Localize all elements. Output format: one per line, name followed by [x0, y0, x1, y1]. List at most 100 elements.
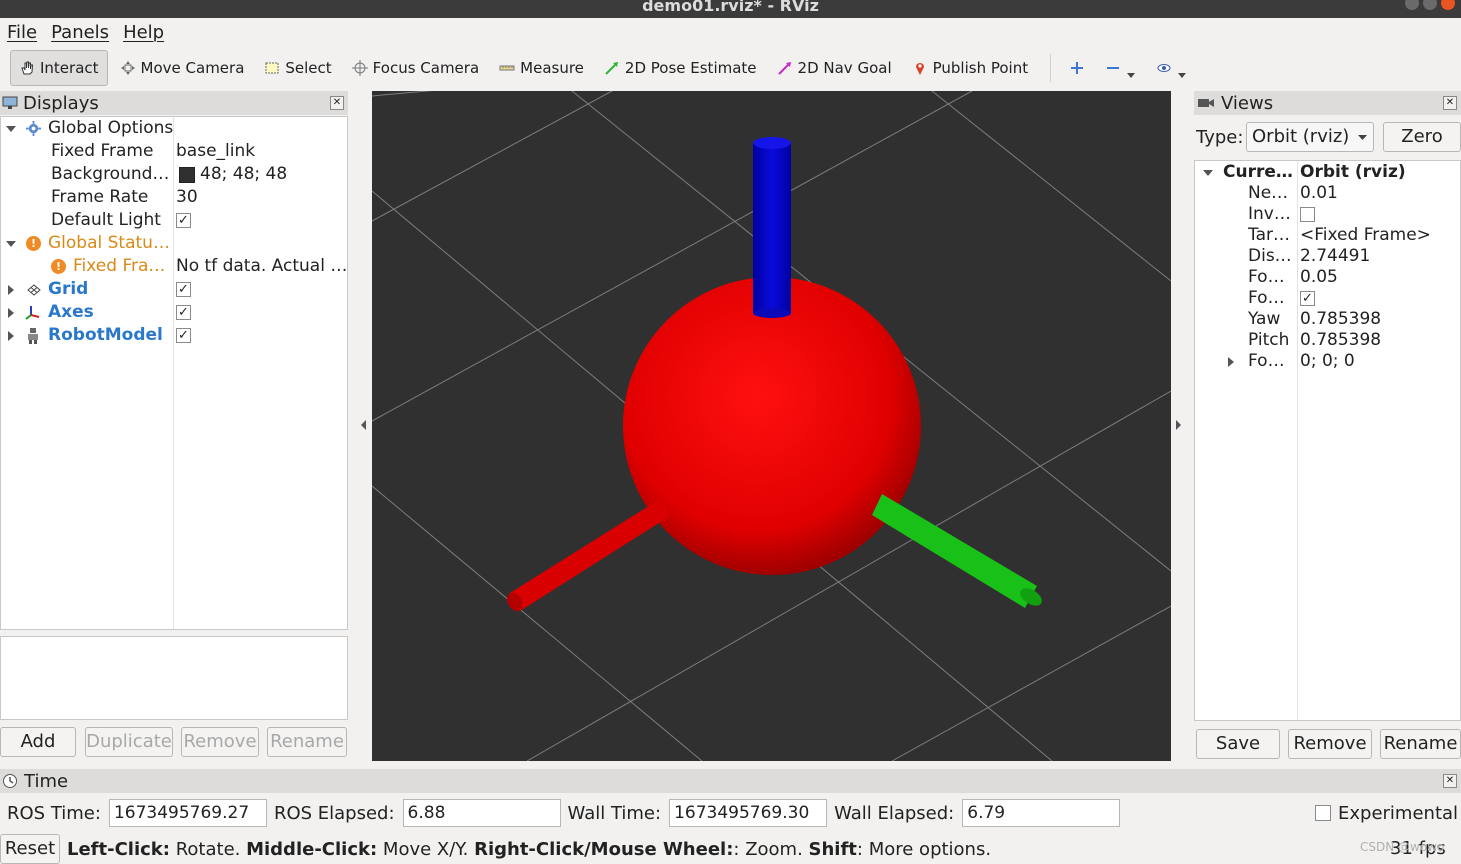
- tree-row-background-color[interactable]: Background… 48; 48; 48: [1, 164, 347, 187]
- tree-row-fixed-frame-status[interactable]: ! Fixed Fra… No tf data. Actual …: [1, 256, 347, 279]
- focal-shape-fixed-label: Fo…: [1248, 288, 1285, 308]
- time-close-button[interactable]: ✕: [1443, 774, 1457, 788]
- tree-row-grid[interactable]: Grid ✓: [1, 279, 347, 302]
- view-type-dropdown[interactable]: Orbit (rviz): [1246, 122, 1374, 152]
- target-frame-value[interactable]: <Fixed Frame>: [1300, 225, 1458, 245]
- grid-enable-checkbox[interactable]: ✓: [176, 282, 191, 297]
- distance-value[interactable]: 2.74491: [1300, 246, 1458, 266]
- view-row-focal-shape-fixed[interactable]: Fo… ✓: [1195, 288, 1460, 309]
- tool-focus-camera[interactable]: Focus Camera: [344, 50, 487, 86]
- view-row-current[interactable]: Curre… Orbit (rviz): [1195, 162, 1460, 183]
- display-description-box: [0, 636, 348, 720]
- yaw-value[interactable]: 0.785398: [1300, 309, 1458, 329]
- tree-row-global-options[interactable]: Global Options: [1, 118, 347, 141]
- tool-publish-point[interactable]: Publish Point: [904, 50, 1036, 86]
- tree-row-axes[interactable]: Axes ✓: [1, 302, 347, 325]
- tool-2d-pose-label: 2D Pose Estimate: [624, 59, 757, 77]
- frame-rate-value[interactable]: 30: [176, 187, 346, 207]
- robot-model-render: [507, 137, 1042, 612]
- tree-row-global-status[interactable]: ! Global Statu…: [1, 233, 347, 256]
- views-close-button[interactable]: ✕: [1443, 96, 1457, 110]
- fixed-frame-value[interactable]: base_link: [176, 141, 346, 161]
- tree-row-frame-rate[interactable]: Frame Rate 30: [1, 187, 347, 210]
- view-row-invert-z[interactable]: Inv…: [1195, 204, 1460, 225]
- rename-display-button[interactable]: Rename: [267, 727, 347, 757]
- expand-arrow-icon[interactable]: [6, 241, 16, 247]
- background-color-value[interactable]: 48; 48; 48: [200, 164, 370, 184]
- tool-2d-pose-estimate[interactable]: 2D Pose Estimate: [596, 50, 765, 86]
- view-row-focal-point[interactable]: Fo… 0; 0; 0: [1195, 351, 1460, 372]
- wall-time-label: Wall Time:: [567, 802, 662, 824]
- tool-select-label: Select: [285, 59, 332, 77]
- view-row-pitch[interactable]: Pitch 0.785398: [1195, 330, 1460, 351]
- background-color-swatch[interactable]: [179, 167, 195, 183]
- wall-time-field[interactable]: 1673495769.30: [669, 799, 828, 827]
- tool-2d-nav-goal[interactable]: 2D Nav Goal: [769, 50, 900, 86]
- menu-file[interactable]: File: [7, 22, 37, 43]
- hint-left-click: Left-Click:: [67, 838, 170, 860]
- target-frame-label: Tar…: [1248, 225, 1290, 245]
- maximize-button[interactable]: [1423, 0, 1437, 10]
- view-row-target-frame[interactable]: Tar… <Fixed Frame>: [1195, 225, 1460, 246]
- wall-elapsed-field[interactable]: 6.79: [962, 799, 1121, 827]
- axes-enable-checkbox[interactable]: ✓: [176, 305, 191, 320]
- right-splitter-handle[interactable]: [1176, 420, 1181, 430]
- collapse-arrow-icon[interactable]: [8, 331, 14, 341]
- expand-arrow-icon[interactable]: [6, 126, 16, 132]
- remove-display-button[interactable]: Remove: [181, 727, 259, 757]
- rename-view-button[interactable]: Rename: [1380, 729, 1461, 759]
- grid-label: Grid: [48, 279, 89, 299]
- tool-measure[interactable]: Measure: [491, 50, 592, 86]
- remove-tool-button[interactable]: [1097, 50, 1144, 86]
- close-window-button[interactable]: [1441, 0, 1455, 10]
- hint-middle-click: Middle-Click:: [246, 838, 378, 860]
- tool-move-camera[interactable]: Move Camera: [112, 50, 253, 86]
- experimental-checkbox[interactable]: [1315, 805, 1331, 821]
- duplicate-display-button[interactable]: Duplicate: [85, 727, 173, 757]
- ros-elapsed-field[interactable]: 6.88: [402, 799, 561, 827]
- tree-row-robot-model[interactable]: RobotModel ✓: [1, 325, 347, 348]
- render-viewport[interactable]: [372, 91, 1171, 761]
- tree-row-fixed-frame[interactable]: Fixed Frame base_link: [1, 141, 347, 164]
- menu-panels[interactable]: Panels: [51, 22, 109, 43]
- add-display-button[interactable]: Add: [0, 727, 76, 757]
- collapse-arrow-icon[interactable]: [8, 285, 14, 295]
- add-tool-button[interactable]: [1061, 50, 1093, 86]
- monitor-icon: [2, 96, 18, 109]
- tools-toolbar: Interact Move Camera Select Focus Camera…: [0, 46, 1461, 90]
- zero-button[interactable]: Zero: [1383, 122, 1461, 152]
- collapse-arrow-icon[interactable]: [8, 308, 14, 318]
- menu-help[interactable]: Help: [123, 22, 164, 43]
- focal-shape-size-value[interactable]: 0.05: [1300, 267, 1458, 287]
- view-row-distance[interactable]: Dis… 2.74491: [1195, 246, 1460, 267]
- tool-properties-button[interactable]: [1148, 50, 1195, 86]
- scene-3d[interactable]: [372, 91, 1171, 761]
- view-row-focal-shape-size[interactable]: Fo… 0.05: [1195, 267, 1460, 288]
- invert-z-checkbox[interactable]: [1300, 207, 1315, 222]
- minimize-button[interactable]: [1405, 0, 1419, 10]
- focal-shape-fixed-checkbox[interactable]: ✓: [1300, 291, 1315, 306]
- remove-view-button[interactable]: Remove: [1288, 729, 1372, 759]
- near-clip-value[interactable]: 0.01: [1300, 183, 1458, 203]
- expand-arrow-icon[interactable]: [1203, 170, 1213, 176]
- displays-close-button[interactable]: ✕: [330, 96, 344, 110]
- view-row-near-clip[interactable]: Ne… 0.01: [1195, 183, 1460, 204]
- ros-time-field[interactable]: 1673495769.27: [108, 799, 267, 827]
- dropdown-caret-icon: [1127, 73, 1136, 78]
- toolbar-separator: [1050, 54, 1052, 82]
- focal-point-value[interactable]: 0; 0; 0: [1300, 351, 1458, 371]
- pitch-value[interactable]: 0.785398: [1300, 330, 1458, 350]
- default-light-checkbox[interactable]: ✓: [176, 213, 191, 228]
- yaw-label: Yaw: [1248, 309, 1281, 329]
- reset-button[interactable]: Reset: [0, 834, 60, 864]
- axes-icon: [25, 306, 40, 320]
- tool-measure-label: Measure: [520, 59, 584, 77]
- robot-model-enable-checkbox[interactable]: ✓: [176, 328, 191, 343]
- collapse-arrow-icon[interactable]: [1228, 357, 1234, 367]
- tree-row-default-light[interactable]: Default Light ✓: [1, 210, 347, 233]
- left-splitter-handle[interactable]: [361, 420, 366, 430]
- save-view-button[interactable]: Save: [1196, 729, 1280, 759]
- tool-select[interactable]: Select: [256, 50, 339, 86]
- view-row-yaw[interactable]: Yaw 0.785398: [1195, 309, 1460, 330]
- tool-interact[interactable]: Interact: [10, 50, 108, 86]
